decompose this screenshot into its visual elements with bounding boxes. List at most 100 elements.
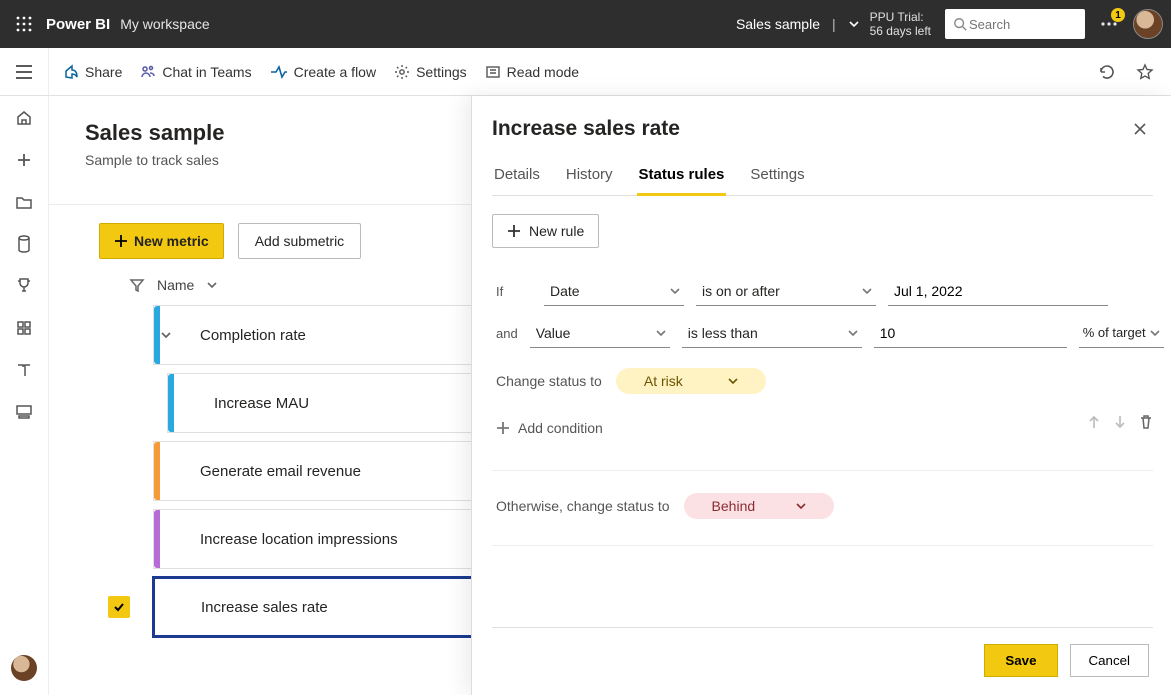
status-pill-at-risk[interactable]: At risk [616, 368, 766, 394]
nav-browse[interactable] [12, 190, 36, 214]
cancel-button[interactable]: Cancel [1070, 644, 1150, 677]
body-row: Sales sample Sample to track sales 5 Met… [0, 96, 1171, 695]
left-nav-rail [0, 96, 49, 695]
tab-history[interactable]: History [564, 160, 615, 195]
workspace-name[interactable]: My workspace [120, 16, 209, 32]
nav-apps[interactable] [12, 316, 36, 340]
tab-details[interactable]: Details [492, 160, 542, 195]
settings-button[interactable]: Settings [394, 64, 467, 80]
chevron-down-icon [796, 501, 806, 511]
add-submetric-button[interactable]: Add submetric [238, 223, 361, 259]
separator: | [832, 16, 836, 32]
search-box[interactable] [945, 9, 1085, 39]
nav-create[interactable] [12, 148, 36, 172]
operator-dropdown-2[interactable]: is less than [682, 318, 862, 348]
operator-label: is less than [688, 325, 758, 341]
chevron-down-icon [848, 328, 858, 338]
plus-icon [16, 152, 32, 168]
chat-teams-button[interactable]: Chat in Teams [140, 64, 251, 80]
new-rule-button[interactable]: New rule [492, 214, 599, 248]
search-input[interactable] [967, 16, 1057, 33]
column-name[interactable]: Name [157, 277, 194, 293]
otherwise-block: Otherwise, change status to Behind [492, 470, 1153, 546]
status-pill-behind[interactable]: Behind [684, 493, 834, 519]
field-dropdown-value[interactable]: Value [530, 318, 670, 348]
nav-data-hub[interactable] [12, 232, 36, 256]
row-check[interactable] [99, 596, 139, 618]
value-input-number[interactable] [874, 318, 1067, 348]
plus-icon [114, 234, 128, 248]
nav-my-workspace-avatar[interactable] [11, 655, 37, 681]
new-metric-button[interactable]: New metric [99, 223, 224, 259]
avatar[interactable] [1133, 9, 1163, 39]
chevron-down-icon[interactable] [848, 18, 860, 30]
arrow-down-icon [1113, 414, 1127, 430]
rule-block: If Date is on or after and Value [492, 262, 1153, 452]
global-header: Power BI My workspace Sales sample | PPU… [0, 0, 1171, 48]
delete-rule-button[interactable] [1139, 414, 1153, 430]
move-up-button[interactable] [1087, 414, 1101, 430]
filter-icon[interactable] [129, 277, 145, 293]
favorite-button[interactable] [1133, 60, 1157, 84]
flow-icon [270, 65, 288, 79]
app-launcher-icon[interactable] [8, 8, 40, 40]
field-label: Value [536, 325, 571, 341]
expand-toggle[interactable] [160, 329, 200, 341]
tab-settings[interactable]: Settings [748, 160, 806, 195]
apps-icon [16, 320, 32, 336]
rule-line-if: If Date is on or after [492, 270, 1153, 312]
nav-metrics[interactable] [12, 274, 36, 298]
main-area: Sales sample Sample to track sales 5 Met… [49, 96, 1171, 695]
learn-icon [16, 362, 32, 378]
brand-label: Power BI [46, 16, 110, 33]
more-options-button[interactable]: 1 [1095, 10, 1123, 38]
trial-badge[interactable]: PPU Trial: 56 days left [870, 10, 935, 38]
settings-label: Settings [416, 64, 467, 80]
change-status-label: Change status to [496, 373, 602, 389]
nav-toggle-button[interactable] [0, 48, 49, 95]
otherwise-label: Otherwise, change status to [496, 498, 670, 514]
operator-dropdown-1[interactable]: is on or after [696, 276, 876, 306]
chevron-down-icon [728, 376, 738, 386]
nav-learn[interactable] [12, 358, 36, 382]
trial-line1: PPU Trial: [870, 10, 931, 24]
move-down-button[interactable] [1113, 414, 1127, 430]
folder-icon [15, 194, 33, 210]
unit-dropdown[interactable]: % of target [1079, 318, 1164, 348]
chat-label: Chat in Teams [162, 64, 251, 80]
create-flow-button[interactable]: Create a flow [270, 64, 376, 80]
status-stripe [155, 579, 161, 635]
plus-icon [507, 224, 521, 238]
read-mode-button[interactable]: Read mode [485, 64, 579, 80]
nav-home[interactable] [12, 106, 36, 130]
plus-icon [496, 421, 510, 435]
search-icon [953, 17, 967, 31]
document-name: Sales sample [736, 16, 820, 32]
trash-icon [1139, 414, 1153, 430]
and-label: and [492, 326, 518, 341]
if-label: If [492, 284, 532, 299]
field-dropdown-date[interactable]: Date [544, 276, 684, 306]
add-condition-button[interactable]: Add condition [492, 420, 603, 436]
nav-workspaces[interactable] [12, 400, 36, 424]
refresh-icon [1098, 63, 1116, 81]
refresh-button[interactable] [1095, 60, 1119, 84]
command-bar-row: Share Chat in Teams Create a flow Settin… [0, 48, 1171, 96]
document-switcher[interactable]: Sales sample | [736, 16, 870, 32]
tab-status-rules[interactable]: Status rules [637, 160, 727, 196]
panel-footer: Save Cancel [492, 627, 1153, 695]
close-button[interactable] [1127, 116, 1153, 142]
chevron-down-icon [656, 328, 666, 338]
value-input-date[interactable] [888, 276, 1108, 306]
change-status-line: Change status to At risk [492, 354, 1153, 398]
details-panel: Increase sales rate Details History Stat… [471, 96, 1171, 695]
panel-tabs: Details History Status rules Settings [492, 160, 1153, 196]
chevron-down-icon[interactable] [206, 279, 218, 291]
workspaces-icon [15, 404, 33, 420]
new-rule-label: New rule [529, 223, 584, 239]
chevron-down-icon [1150, 328, 1160, 338]
share-label: Share [85, 64, 122, 80]
share-button[interactable]: Share [63, 64, 122, 80]
save-button[interactable]: Save [984, 644, 1057, 677]
panel-title: Increase sales rate [492, 117, 1127, 141]
